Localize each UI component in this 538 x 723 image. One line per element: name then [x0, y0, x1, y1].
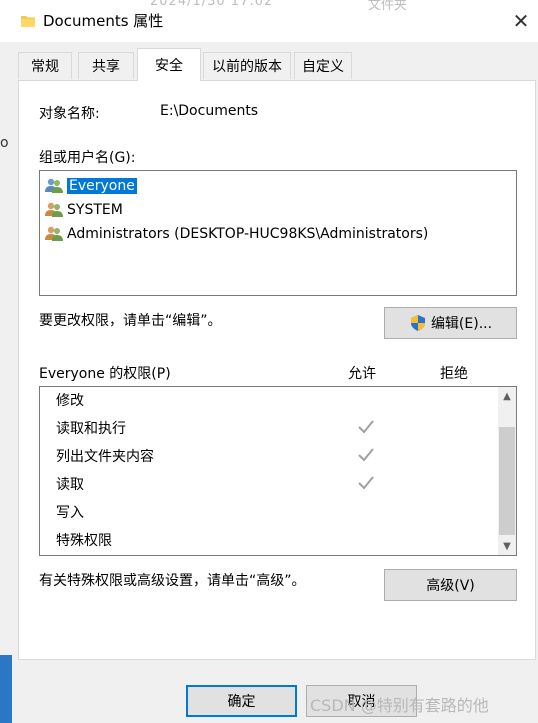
permissions-header: Everyone 的权限(P)	[39, 366, 171, 382]
watermark: CSDN @特别有套路的他	[310, 696, 489, 715]
permissions-list[interactable]: 修改 读取和执行 列出文件夹内容 读取 写入 特殊权限 ▲ ▼	[39, 386, 517, 556]
close-icon: ✕	[512, 9, 530, 33]
scroll-thumb[interactable]	[499, 427, 515, 535]
left-edge-mark: o	[0, 135, 9, 151]
permission-item: 列出文件夹内容	[56, 449, 154, 465]
list-item[interactable]: Administrators (DESKTOP-HUC98KS\Administ…	[44, 223, 428, 245]
groups-label: 组或用户名(G):	[39, 150, 136, 166]
window-title: Documents 属性	[43, 12, 164, 30]
check-icon	[358, 420, 374, 434]
scroll-up-icon[interactable]: ▲	[498, 387, 516, 405]
users-listbox[interactable]: Everyone SYSTEM Administrators (DESKTOP-…	[39, 170, 517, 296]
permissions-scrollbar[interactable]: ▲ ▼	[498, 387, 516, 555]
object-name-label: 对象名称:	[39, 106, 100, 122]
tab-general[interactable]: 常规	[18, 52, 72, 79]
deny-header: 拒绝	[440, 366, 468, 382]
user-name: Everyone	[67, 178, 137, 194]
list-item[interactable]: Everyone	[44, 175, 137, 197]
background-ghost-text-2: 文件夹	[368, 0, 408, 13]
permission-item: 写入	[56, 505, 84, 521]
users-icon	[45, 178, 63, 193]
shield-icon	[410, 315, 425, 331]
scroll-down-icon[interactable]: ▼	[498, 537, 516, 555]
edit-button[interactable]: 编辑(E)...	[384, 307, 517, 339]
user-name: Administrators (DESKTOP-HUC98KS\Administ…	[67, 226, 429, 242]
permission-item: 修改	[56, 393, 84, 409]
ok-button[interactable]: 确定	[186, 685, 297, 717]
permission-item: 读取和执行	[56, 421, 126, 437]
users-icon	[45, 202, 63, 217]
tab-previous-versions[interactable]: 以前的版本	[203, 52, 291, 79]
check-icon	[358, 448, 374, 462]
permission-item: 读取	[56, 477, 84, 493]
edit-hint: 要更改权限，请单击“编辑”。	[39, 313, 222, 329]
advanced-button[interactable]: 高级(V)	[384, 569, 517, 601]
background-ghost-text: 2024/1/30 17:02	[150, 0, 274, 9]
tab-sharing[interactable]: 共享	[78, 52, 134, 79]
folder-icon	[21, 16, 35, 27]
allow-header: 允许	[348, 366, 376, 382]
user-name: SYSTEM	[67, 202, 123, 218]
check-icon	[358, 476, 374, 490]
object-name-value: E:\Documents	[160, 103, 259, 119]
users-icon	[45, 226, 63, 241]
list-item[interactable]: SYSTEM	[44, 199, 123, 221]
permission-item: 特殊权限	[56, 533, 112, 549]
advanced-hint: 有关特殊权限或高级设置，请单击“高级”。	[39, 573, 306, 589]
close-button[interactable]: ✕	[506, 6, 536, 36]
taskbar-edge	[0, 655, 12, 723]
tab-security[interactable]: 安全	[137, 48, 201, 81]
tab-customize[interactable]: 自定义	[294, 52, 352, 79]
edit-button-label: 编辑(E)...	[430, 316, 493, 332]
